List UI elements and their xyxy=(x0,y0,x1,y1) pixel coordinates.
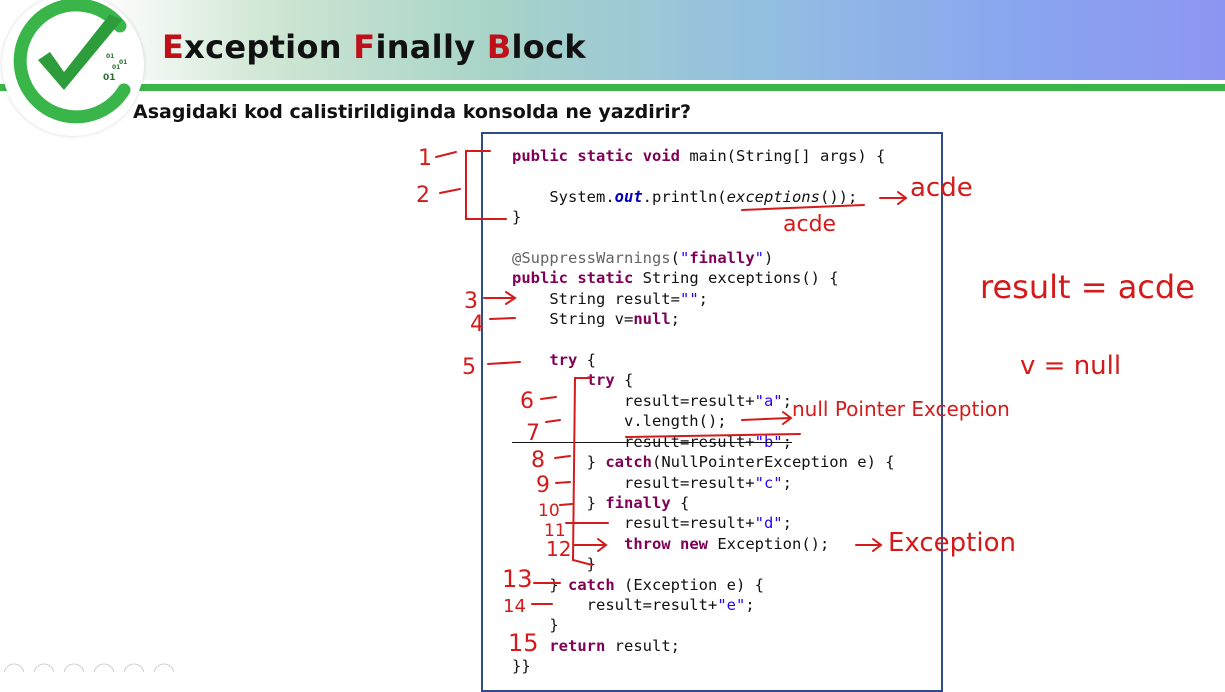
code-line: } catch(NullPointerException e) { xyxy=(512,453,895,472)
marker-label: 3 xyxy=(464,289,478,314)
code-line: public static String exceptions() { xyxy=(512,269,839,288)
code-line: } xyxy=(512,208,522,227)
marker-label: 1 xyxy=(418,146,432,171)
logo-digits: 01 xyxy=(103,73,116,83)
title-cap: E xyxy=(162,28,185,66)
code-line: v.length(); xyxy=(623,412,727,431)
code-line: public static void main(String[] args) { xyxy=(512,147,886,165)
code-line: }} xyxy=(512,657,531,676)
code-line: result=result+"b"; xyxy=(512,432,792,451)
v-note: v = null xyxy=(1020,351,1121,381)
header-divider xyxy=(0,84,1225,91)
code-line: try { xyxy=(549,351,596,370)
code-line: String result=""; xyxy=(512,289,708,308)
logo: 01 01 01 01 xyxy=(2,0,144,136)
code-line: @SuppressWarnings("finally") xyxy=(512,249,774,268)
title-rest: lock xyxy=(511,28,586,66)
title-cap: B xyxy=(486,28,512,66)
question-text: Asagidaki kod calistirildiginda konsolda… xyxy=(133,101,692,123)
page-title: Exception Finally Block xyxy=(162,28,586,66)
code-block: public static void main(String[] args) {… xyxy=(512,146,895,677)
code-line: } finally { xyxy=(512,493,690,512)
code-line: String v=null; xyxy=(512,310,680,329)
marker-label: 2 xyxy=(416,183,430,208)
checkmark-logo-icon: 01 01 01 01 xyxy=(13,0,131,124)
code-line: throw new Exception(); xyxy=(623,534,830,553)
code-line: } catch (Exception e) { xyxy=(512,575,764,594)
title-rest: xception xyxy=(184,28,354,66)
code-panel: public static void main(String[] args) {… xyxy=(481,132,943,692)
code-line: result=result+"a"; xyxy=(512,391,792,410)
title-cap: F xyxy=(353,28,376,66)
code-line: return result; xyxy=(549,636,680,655)
code-line: } xyxy=(549,616,559,635)
slide-nav-icon[interactable] xyxy=(4,662,184,672)
code-line: try { xyxy=(586,371,634,390)
code-line: System.out.println(exceptions()); xyxy=(512,187,858,206)
result-note: result = acde xyxy=(980,268,1195,306)
logo-digits: 01 xyxy=(106,53,114,60)
code-line: } xyxy=(586,555,596,574)
code-line: result=result+"d"; xyxy=(512,514,792,533)
code-line: result=result+"c"; xyxy=(512,473,792,492)
title-rest: inally xyxy=(375,28,487,66)
marker-label: 5 xyxy=(462,355,476,380)
logo-digits: 01 xyxy=(112,64,120,71)
code-line: result=result+"e"; xyxy=(512,595,755,614)
